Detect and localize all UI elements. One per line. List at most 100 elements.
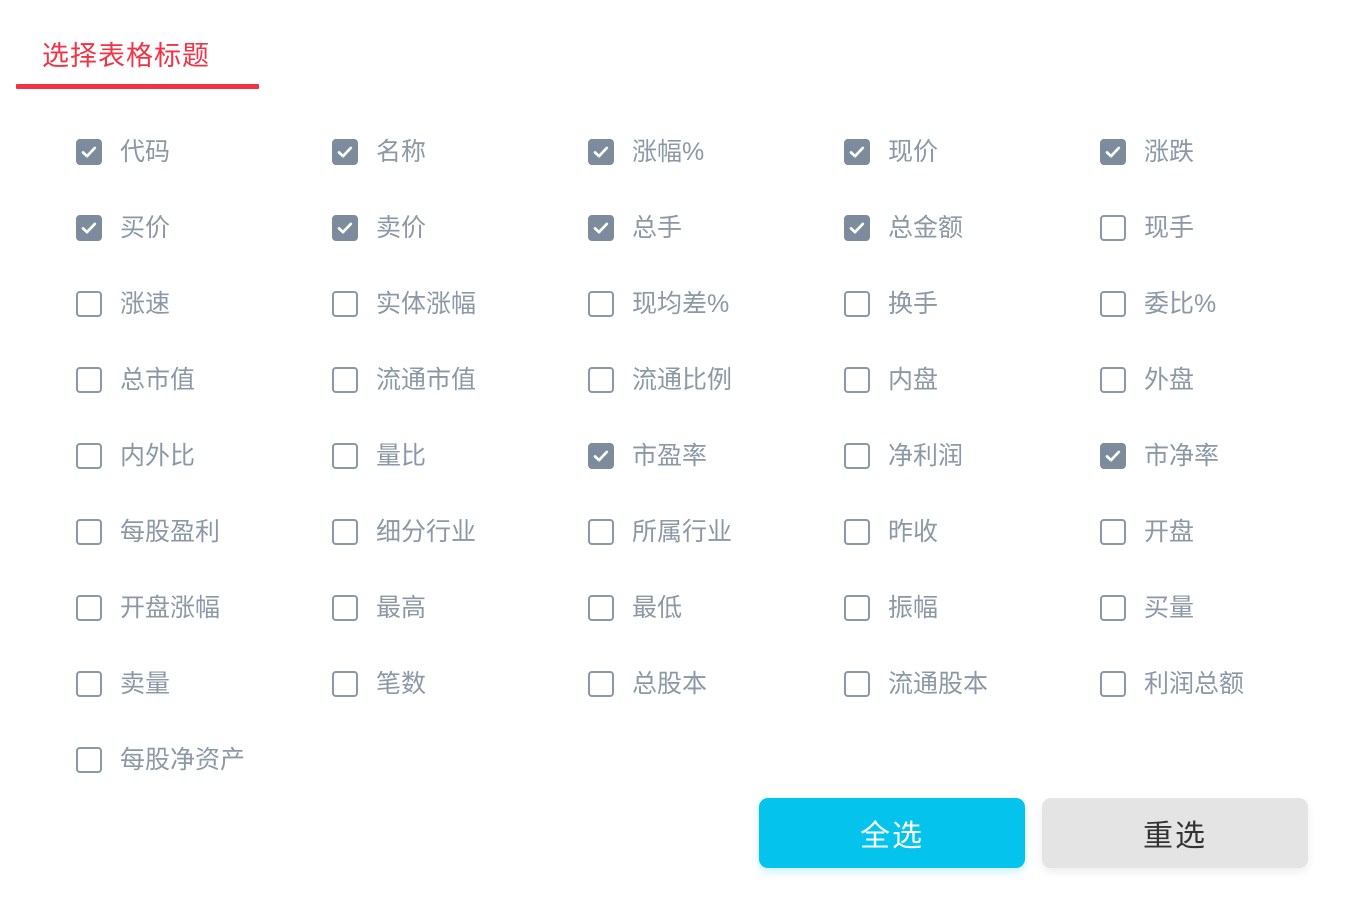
checkbox-checked-icon[interactable] <box>76 138 102 165</box>
option-checkbox-row[interactable]: 细分行业 <box>332 516 588 547</box>
option-checkbox-row[interactable]: 现价 <box>844 136 1100 167</box>
option-checkbox-row[interactable]: 振幅 <box>844 592 1100 623</box>
checkbox-unchecked-icon[interactable] <box>1100 518 1126 545</box>
option-label: 内外比 <box>120 441 196 470</box>
option-label: 流通比例 <box>632 365 733 394</box>
option-label: 开盘 <box>1144 517 1195 546</box>
option-checkbox-row[interactable]: 换手 <box>844 288 1100 319</box>
option-checkbox-row[interactable]: 开盘涨幅 <box>76 592 332 623</box>
checkbox-unchecked-icon[interactable] <box>76 670 102 697</box>
option-checkbox-row[interactable]: 市盈率 <box>588 440 844 471</box>
checkbox-unchecked-icon[interactable] <box>332 366 358 393</box>
option-checkbox-row[interactable]: 净利润 <box>844 440 1100 471</box>
option-checkbox-row[interactable]: 实体涨幅 <box>332 288 588 319</box>
option-label: 委比% <box>1144 289 1217 318</box>
option-label: 换手 <box>888 289 939 318</box>
option-checkbox-row[interactable]: 代码 <box>76 136 332 167</box>
option-label: 总手 <box>632 213 683 242</box>
select-all-button[interactable]: 全选 <box>759 798 1025 868</box>
option-checkbox-row[interactable]: 涨幅% <box>588 136 844 167</box>
option-checkbox-row[interactable]: 开盘 <box>1100 516 1347 547</box>
checkbox-unchecked-icon[interactable] <box>844 670 870 697</box>
checkbox-checked-icon[interactable] <box>844 138 870 165</box>
option-checkbox-row[interactable]: 外盘 <box>1100 364 1347 395</box>
checkbox-unchecked-icon[interactable] <box>76 366 102 393</box>
option-checkbox-row[interactable]: 名称 <box>332 136 588 167</box>
checkbox-unchecked-icon[interactable] <box>332 290 358 317</box>
checkbox-unchecked-icon[interactable] <box>1100 214 1126 241</box>
option-checkbox-row[interactable]: 总金额 <box>844 212 1100 243</box>
option-checkbox-row[interactable]: 最低 <box>588 592 844 623</box>
checkbox-unchecked-icon[interactable] <box>844 290 870 317</box>
checkbox-unchecked-icon[interactable] <box>1100 366 1126 393</box>
checkbox-unchecked-icon[interactable] <box>76 518 102 545</box>
option-checkbox-row[interactable]: 卖量 <box>76 668 332 699</box>
option-label: 振幅 <box>888 593 939 622</box>
checkbox-checked-icon[interactable] <box>1100 138 1126 165</box>
checkbox-unchecked-icon[interactable] <box>588 518 614 545</box>
option-checkbox-row[interactable]: 现均差% <box>588 288 844 319</box>
checkbox-checked-icon[interactable] <box>588 214 614 241</box>
checkbox-unchecked-icon[interactable] <box>332 594 358 621</box>
option-checkbox-row[interactable]: 昨收 <box>844 516 1100 547</box>
checkbox-unchecked-icon[interactable] <box>588 594 614 621</box>
checkbox-unchecked-icon[interactable] <box>844 518 870 545</box>
option-checkbox-row[interactable]: 市净率 <box>1100 440 1347 471</box>
option-checkbox-row[interactable]: 涨速 <box>76 288 332 319</box>
option-checkbox-row[interactable]: 流通股本 <box>844 668 1100 699</box>
checkbox-unchecked-icon[interactable] <box>332 442 358 469</box>
checkbox-checked-icon[interactable] <box>588 442 614 469</box>
option-label: 外盘 <box>1144 365 1195 394</box>
checkbox-checked-icon[interactable] <box>588 138 614 165</box>
option-label: 净利润 <box>888 441 964 470</box>
option-label: 买量 <box>1144 593 1195 622</box>
option-label: 名称 <box>376 137 427 166</box>
checkbox-unchecked-icon[interactable] <box>588 670 614 697</box>
checkmark-icon <box>334 141 356 163</box>
option-checkbox-row[interactable]: 总手 <box>588 212 844 243</box>
option-checkbox-row[interactable]: 每股盈利 <box>76 516 332 547</box>
option-checkbox-row[interactable]: 利润总额 <box>1100 668 1347 699</box>
checkbox-unchecked-icon[interactable] <box>844 594 870 621</box>
option-checkbox-row[interactable]: 所属行业 <box>588 516 844 547</box>
footer-actions: 全选 重选 <box>759 798 1308 868</box>
checkbox-checked-icon[interactable] <box>76 214 102 241</box>
option-checkbox-row[interactable]: 内盘 <box>844 364 1100 395</box>
checkbox-checked-icon[interactable] <box>332 214 358 241</box>
checkbox-unchecked-icon[interactable] <box>588 366 614 393</box>
checkbox-unchecked-icon[interactable] <box>844 366 870 393</box>
checkbox-unchecked-icon[interactable] <box>844 442 870 469</box>
checkbox-checked-icon[interactable] <box>1100 442 1126 469</box>
checkbox-checked-icon[interactable] <box>332 138 358 165</box>
page-title: 选择表格标题 <box>42 41 210 71</box>
checkbox-checked-icon[interactable] <box>844 214 870 241</box>
option-checkbox-row[interactable]: 总股本 <box>588 668 844 699</box>
checkbox-unchecked-icon[interactable] <box>76 594 102 621</box>
option-checkbox-row[interactable]: 涨跌 <box>1100 136 1347 167</box>
reset-selection-button[interactable]: 重选 <box>1042 798 1308 868</box>
option-checkbox-row[interactable]: 流通比例 <box>588 364 844 395</box>
checkbox-unchecked-icon[interactable] <box>332 518 358 545</box>
option-checkbox-row[interactable]: 买量 <box>1100 592 1347 623</box>
checkbox-unchecked-icon[interactable] <box>76 746 102 773</box>
option-checkbox-row[interactable]: 卖价 <box>332 212 588 243</box>
option-checkbox-row[interactable]: 最高 <box>332 592 588 623</box>
checkbox-unchecked-icon[interactable] <box>588 290 614 317</box>
option-label: 流通股本 <box>888 669 989 698</box>
option-label: 昨收 <box>888 517 939 546</box>
checkbox-unchecked-icon[interactable] <box>1100 594 1126 621</box>
option-checkbox-row[interactable]: 现手 <box>1100 212 1347 243</box>
checkbox-unchecked-icon[interactable] <box>1100 290 1126 317</box>
option-checkbox-row[interactable]: 量比 <box>332 440 588 471</box>
checkbox-unchecked-icon[interactable] <box>76 290 102 317</box>
checkbox-unchecked-icon[interactable] <box>332 670 358 697</box>
option-checkbox-row[interactable]: 买价 <box>76 212 332 243</box>
option-checkbox-row[interactable]: 内外比 <box>76 440 332 471</box>
option-checkbox-row[interactable]: 委比% <box>1100 288 1347 319</box>
option-checkbox-row[interactable]: 总市值 <box>76 364 332 395</box>
option-checkbox-row[interactable]: 笔数 <box>332 668 588 699</box>
checkbox-unchecked-icon[interactable] <box>1100 670 1126 697</box>
checkbox-unchecked-icon[interactable] <box>76 442 102 469</box>
option-checkbox-row[interactable]: 每股净资产 <box>76 744 332 775</box>
option-checkbox-row[interactable]: 流通市值 <box>332 364 588 395</box>
